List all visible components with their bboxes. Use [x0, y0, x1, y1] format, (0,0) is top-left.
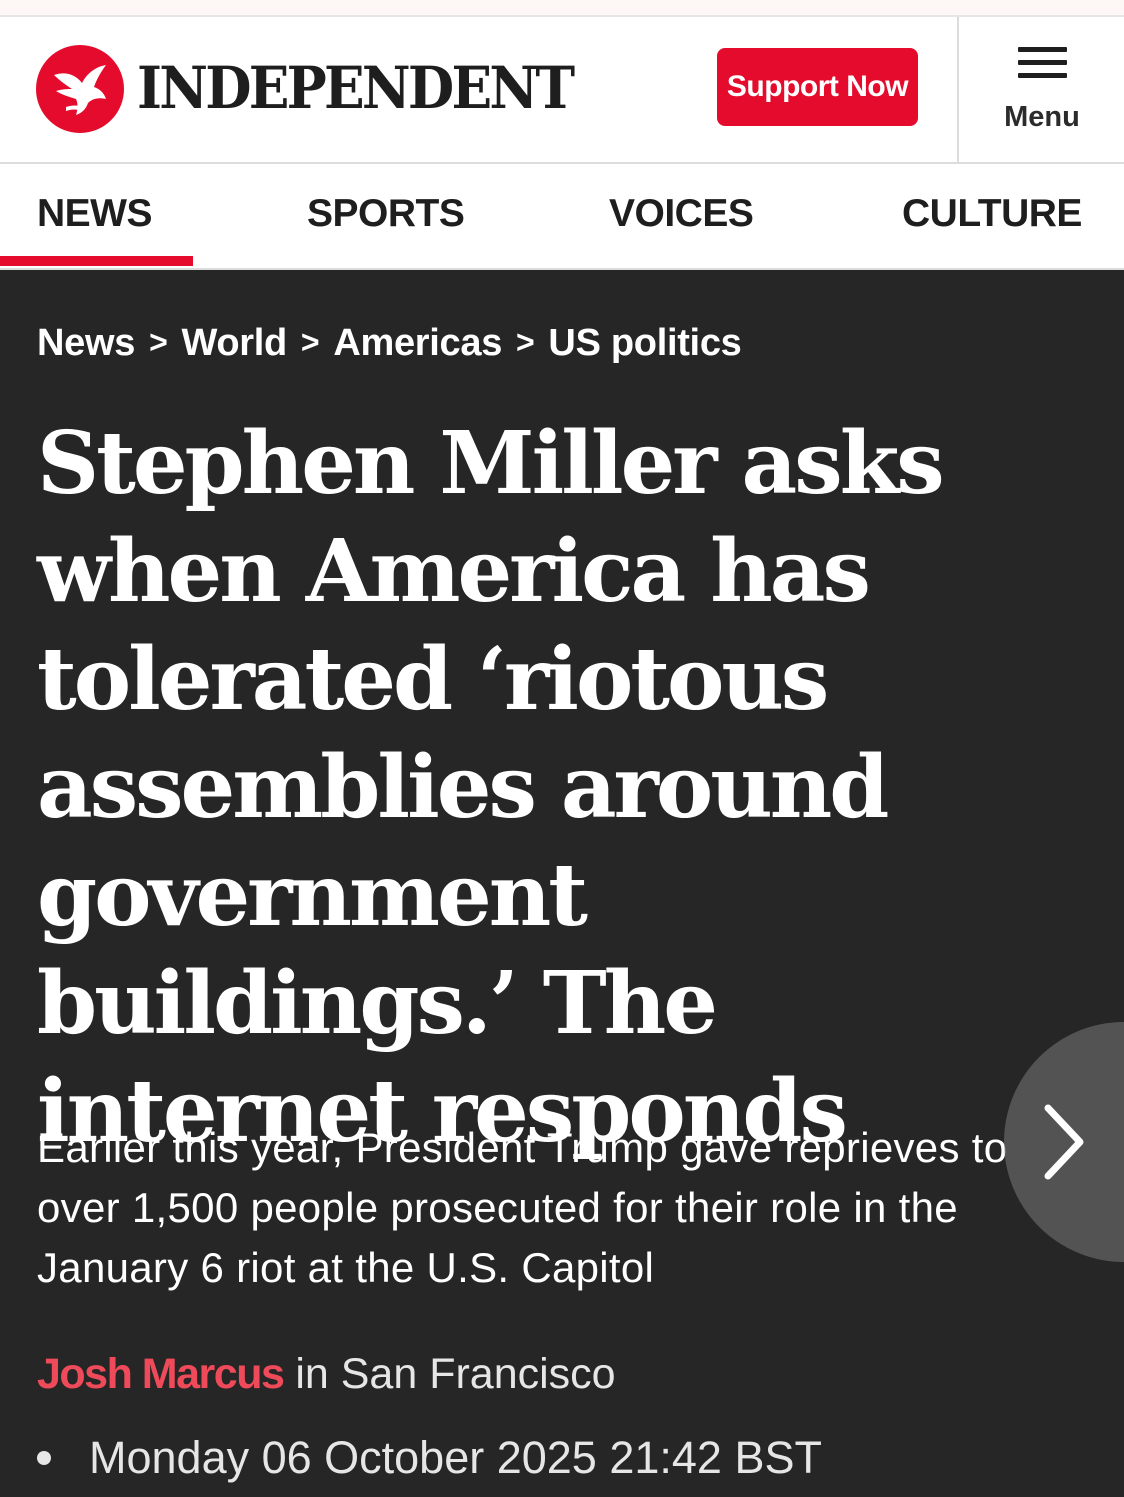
nav-tab-news[interactable]: NEWS	[37, 192, 153, 236]
menu-button[interactable]: Menu	[960, 17, 1124, 162]
nav-tab-sports[interactable]: SPORTS	[307, 192, 465, 236]
site-header: INDEPENDENT Support Now Menu	[0, 17, 1124, 164]
section-nav: NEWS SPORTS VOICES CULTURE	[0, 164, 1124, 270]
breadcrumb-news[interactable]: News	[37, 322, 135, 364]
chevron-right-icon	[1044, 1104, 1084, 1180]
byline-location: in San Francisco	[283, 1350, 616, 1398]
menu-label: Menu	[1004, 101, 1080, 133]
nav-tab-voices[interactable]: VOICES	[609, 192, 754, 236]
eagle-logo-icon[interactable]	[36, 45, 124, 133]
status-strip	[0, 0, 1124, 17]
article-standfirst: Earlier this year, President Trump gave …	[37, 1124, 1008, 1291]
article-hero: News > World > Americas > US politics Stephen …	[0, 270, 1124, 1497]
breadcrumb-separator: >	[516, 324, 535, 360]
breadcrumb-americas[interactable]: Americas	[333, 322, 502, 364]
bullet-icon	[37, 1451, 51, 1465]
hamburger-menu-icon	[1018, 47, 1067, 79]
active-tab-indicator	[0, 256, 193, 266]
breadcrumb-separator: >	[300, 324, 320, 360]
publish-date-text: Monday 06 October 2025 21:42 BST	[89, 1432, 822, 1483]
header-divider	[957, 17, 959, 162]
breadcrumb-separator: >	[149, 324, 168, 360]
breadcrumb: News > World > Americas > US politics	[37, 322, 742, 365]
article-headline: Stephen Miller asks when America has tol…	[37, 413, 945, 1162]
brand-wordmark[interactable]: INDEPENDENT	[137, 53, 575, 123]
breadcrumb-world[interactable]: World	[181, 322, 287, 364]
nav-tab-culture[interactable]: CULTURE	[902, 192, 1082, 236]
breadcrumb-us-politics[interactable]: US politics	[548, 322, 741, 364]
byline: Josh Marcus in San Francisco	[37, 1350, 616, 1399]
support-now-button[interactable]: Support Now	[717, 48, 918, 126]
publish-date: Monday 06 October 2025 21:42 BST	[37, 1432, 822, 1484]
eagle-icon	[54, 65, 106, 115]
author-link[interactable]: Josh Marcus	[37, 1350, 285, 1398]
